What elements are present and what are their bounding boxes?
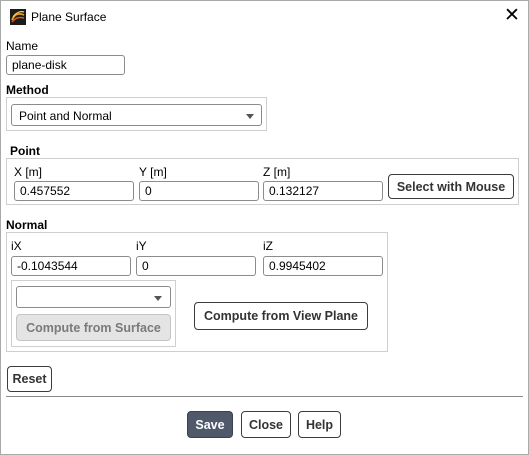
point-x-label: X [m] bbox=[14, 165, 43, 179]
save-button[interactable]: Save bbox=[187, 411, 233, 438]
point-label: Point bbox=[10, 144, 40, 158]
method-dropdown[interactable]: Point and Normal bbox=[11, 104, 262, 126]
normal-label: Normal bbox=[6, 218, 48, 232]
fluent-app-icon bbox=[10, 9, 26, 25]
name-label: Name bbox=[6, 39, 39, 53]
point-y-label: Y [m] bbox=[139, 165, 167, 179]
normal-ix-field[interactable] bbox=[11, 256, 131, 276]
normal-iy-field[interactable] bbox=[136, 256, 256, 276]
chevron-down-icon bbox=[246, 114, 254, 119]
window-title: Plane Surface bbox=[31, 10, 107, 24]
plane-surface-dialog: Plane Surface ✕ Name Method Point and No… bbox=[0, 0, 529, 455]
chevron-down-icon bbox=[154, 296, 162, 301]
close-icon: ✕ bbox=[504, 5, 520, 26]
footer-divider bbox=[6, 396, 523, 397]
normal-iz-field[interactable] bbox=[263, 256, 383, 276]
normal-iy-label: iY bbox=[136, 239, 147, 253]
reset-button[interactable]: Reset bbox=[7, 366, 52, 392]
select-with-mouse-button[interactable]: Select with Mouse bbox=[388, 174, 514, 199]
close-window-button[interactable]: ✕ bbox=[499, 3, 525, 29]
point-x-field[interactable] bbox=[14, 181, 134, 201]
compute-from-view-plane-button[interactable]: Compute from View Plane bbox=[194, 302, 368, 330]
point-z-label: Z [m] bbox=[263, 165, 291, 179]
name-field[interactable] bbox=[6, 55, 125, 75]
normal-ix-label: iX bbox=[11, 239, 22, 253]
title-bar: Plane Surface ✕ bbox=[1, 1, 528, 31]
close-button[interactable]: Close bbox=[241, 411, 291, 438]
point-z-field[interactable] bbox=[263, 181, 383, 201]
method-label: Method bbox=[6, 83, 49, 97]
help-button[interactable]: Help bbox=[298, 411, 341, 438]
surface-dropdown[interactable] bbox=[16, 286, 171, 308]
method-selected-value: Point and Normal bbox=[19, 109, 112, 123]
point-y-field[interactable] bbox=[139, 181, 259, 201]
normal-iz-label: iZ bbox=[263, 239, 273, 253]
compute-from-surface-button[interactable]: Compute from Surface bbox=[16, 314, 171, 341]
